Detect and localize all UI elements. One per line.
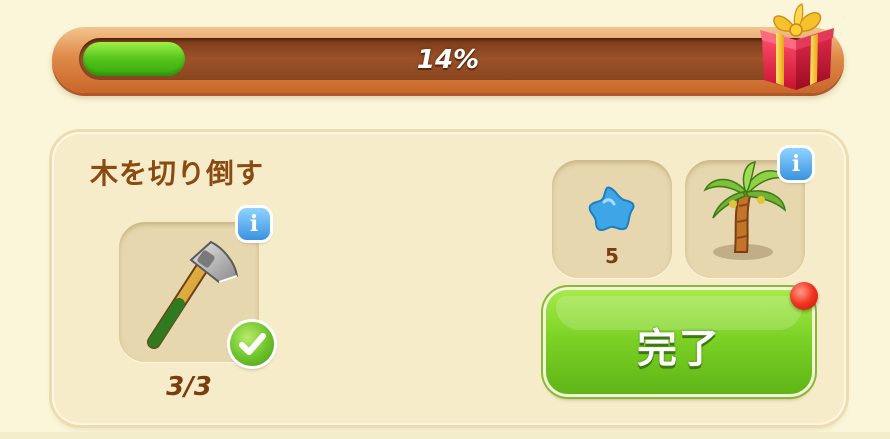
completed-check-icon: [230, 322, 274, 366]
quest-title: 木を切り倒す: [90, 157, 265, 190]
complete-button-label: 完了: [637, 326, 721, 372]
progress-track: 14%: [79, 38, 817, 80]
bottom-strip: [0, 432, 890, 439]
progress-bar: 14%: [52, 27, 844, 93]
tree-info-button[interactable]: i: [780, 148, 812, 180]
complete-button[interactable]: 完了: [546, 290, 812, 394]
tool-progress-count: 3/3: [166, 372, 212, 402]
progress-percent: 14%: [416, 45, 480, 75]
star-reward-count: 5: [605, 244, 619, 268]
tool-info-button[interactable]: i: [238, 208, 270, 240]
quest-card: 木を切り倒す i 3/3 5 i 完了: [52, 132, 846, 425]
gift-box-icon[interactable]: [756, 0, 838, 92]
notification-dot: [790, 282, 818, 310]
